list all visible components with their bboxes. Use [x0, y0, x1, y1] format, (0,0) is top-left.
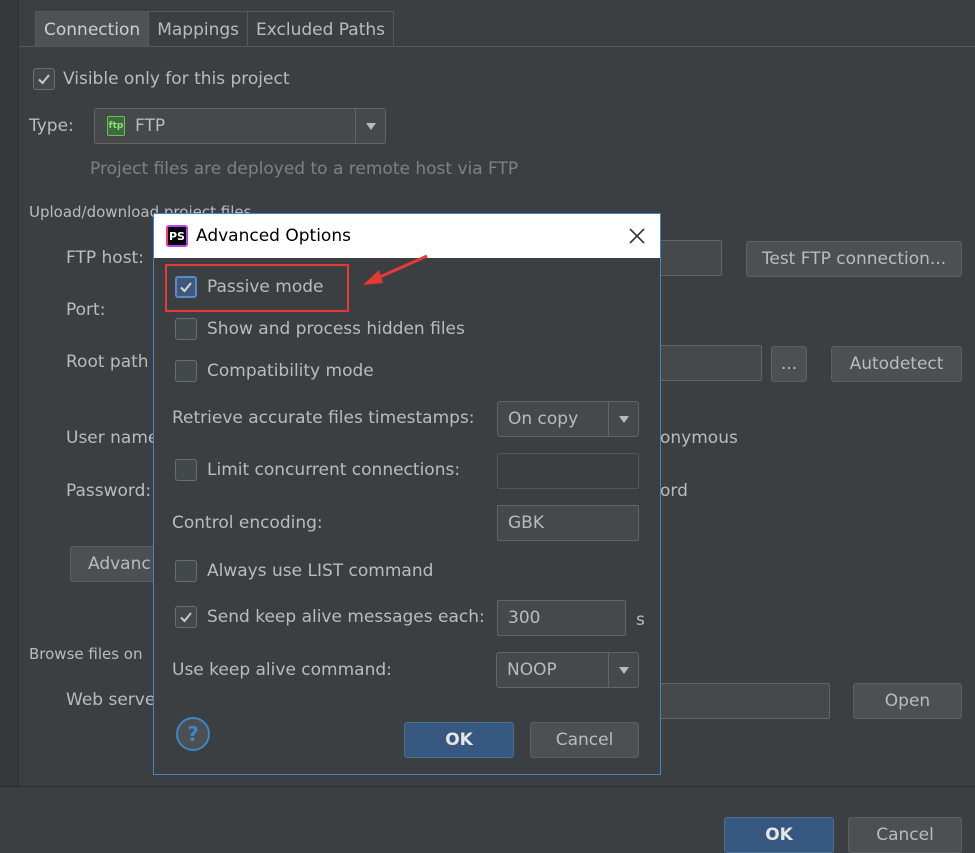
type-value: FTP	[135, 116, 166, 136]
limit-connections-label: Limit concurrent connections:	[207, 460, 461, 480]
close-icon[interactable]	[628, 227, 646, 245]
keep-alive-interval-field[interactable]: 300	[497, 600, 626, 636]
compatibility-mode-label: Compatibility mode	[207, 361, 374, 381]
list-command-label: Always use LIST command	[207, 561, 434, 581]
keep-alive-checkbox[interactable]	[175, 606, 197, 628]
encoding-field[interactable]: GBK	[497, 505, 639, 541]
main-ok-button[interactable]: OK	[724, 817, 834, 853]
left-strip	[0, 0, 19, 788]
main-cancel-button[interactable]: Cancel	[848, 817, 962, 853]
chevron-down-icon	[608, 653, 638, 687]
type-select[interactable]: ftp FTP	[94, 108, 386, 144]
type-description: Project files are deployed to a remote h…	[90, 159, 519, 179]
keep-alive-command-value: NOOP	[507, 660, 557, 680]
phpstorm-logo-icon: PS	[166, 225, 188, 247]
list-command-checkbox[interactable]	[175, 560, 197, 582]
help-icon[interactable]: ?	[176, 717, 210, 751]
limit-connections-field[interactable]	[497, 453, 639, 489]
dialog-cancel-button[interactable]: Cancel	[530, 722, 639, 758]
root-path-label: Root path	[66, 352, 149, 372]
autodetect-button[interactable]: Autodetect	[831, 346, 962, 382]
tab-excluded-paths[interactable]: Excluded Paths	[247, 11, 395, 47]
check-icon	[38, 74, 50, 85]
annotation-highlight-box	[165, 264, 349, 312]
timestamps-select[interactable]: On copy	[497, 401, 639, 437]
type-label: Type:	[29, 116, 74, 136]
open-button[interactable]: Open	[853, 683, 962, 719]
keep-alive-label: Send keep alive messages each:	[207, 607, 485, 627]
timestamps-value: On copy	[508, 409, 579, 429]
chevron-down-icon	[608, 402, 638, 436]
port-label: Port:	[66, 300, 106, 320]
ftp-icon: ftp	[107, 116, 125, 136]
tab-mappings[interactable]: Mappings	[148, 11, 249, 47]
visible-only-label: Visible only for this project	[63, 69, 290, 89]
tab-connection[interactable]: Connection	[35, 11, 150, 47]
keep-alive-command-select[interactable]: NOOP	[496, 652, 639, 688]
annotation-arrow-icon	[363, 254, 428, 285]
keep-alive-command-label: Use keep alive command:	[172, 660, 392, 680]
check-icon	[180, 612, 192, 623]
user-name-label: User name	[66, 428, 159, 448]
compatibility-mode-checkbox[interactable]	[175, 360, 197, 382]
encoding-label: Control encoding:	[172, 513, 323, 533]
timestamps-label: Retrieve accurate files timestamps:	[172, 408, 475, 428]
anonymous-label: onymous	[660, 428, 738, 448]
password-label: Password:	[66, 481, 152, 501]
keep-alive-unit: s	[636, 610, 645, 630]
chevron-down-icon	[355, 109, 385, 143]
visible-only-checkbox[interactable]	[33, 68, 55, 90]
section-browse: Browse files on	[29, 645, 143, 663]
test-connection-button[interactable]: Test FTP connection...	[746, 241, 962, 277]
tab-bar: Connection Mappings Excluded Paths	[35, 11, 395, 47]
dialog-title: Advanced Options	[196, 226, 351, 246]
show-hidden-label: Show and process hidden files	[207, 319, 465, 339]
bottom-bar: OK Cancel	[0, 786, 975, 853]
web-server-label: Web serve	[66, 690, 156, 710]
ftp-host-label: FTP host:	[66, 248, 144, 268]
dialog-ok-button[interactable]: OK	[404, 722, 514, 758]
save-password-label: ord	[660, 481, 688, 501]
show-hidden-checkbox[interactable]	[175, 318, 197, 340]
web-server-field[interactable]	[640, 683, 830, 719]
limit-connections-checkbox[interactable]	[175, 459, 197, 481]
browse-button[interactable]: ...	[771, 346, 807, 382]
tab-divider	[19, 46, 975, 47]
